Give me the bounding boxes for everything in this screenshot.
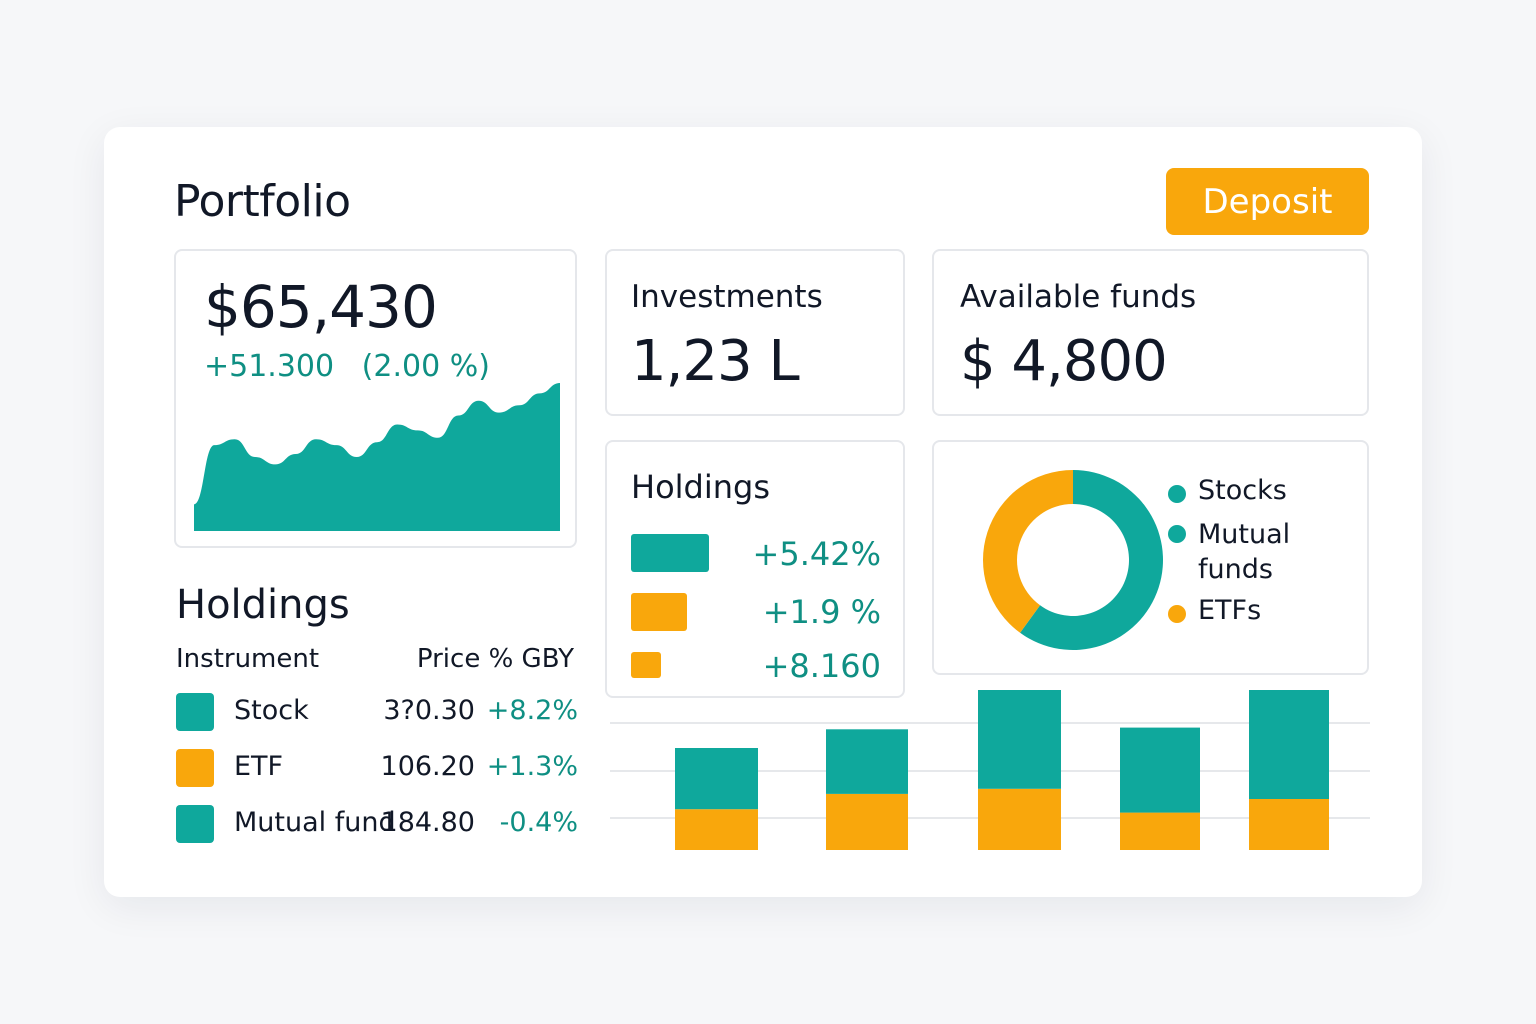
legend-item-mutual-funds: Mutual funds bbox=[1168, 517, 1308, 587]
instrument-name: ETF bbox=[234, 751, 284, 782]
bar-segment-orange bbox=[826, 793, 908, 850]
instrument-color-swatch bbox=[176, 749, 214, 787]
allocation-card[interactable]: Stocks Mutual funds ETFs bbox=[932, 440, 1369, 675]
instrument-price: 3?0.30 bbox=[383, 695, 475, 726]
available-funds-value: $ 4,800 bbox=[960, 329, 1168, 394]
legend-label: ETFs bbox=[1198, 595, 1262, 626]
value-area bbox=[194, 383, 560, 531]
instrument-change: +1.3% bbox=[486, 751, 578, 782]
holdings-mini-title: Holdings bbox=[631, 468, 770, 506]
column-header-price: Price % GBY bbox=[416, 644, 574, 674]
value-area-chart bbox=[194, 383, 560, 531]
column-header-instrument: Instrument bbox=[176, 644, 320, 674]
holdings-title: Holdings bbox=[176, 582, 350, 628]
bar-segment-orange bbox=[675, 809, 758, 850]
page-title: Portfolio bbox=[174, 176, 351, 227]
total-value-card[interactable]: $65,430 +51.300 (2.00 %) bbox=[174, 249, 577, 548]
legend-item-etfs: ETFs bbox=[1168, 595, 1262, 626]
bar-segment-teal bbox=[675, 748, 758, 810]
instrument-color-swatch bbox=[176, 805, 214, 843]
bar-segment-orange bbox=[978, 788, 1061, 850]
stacked-bar-chart bbox=[610, 690, 1370, 850]
table-row[interactable]: Stock 3?0.30 +8.2% bbox=[176, 693, 586, 733]
table-row[interactable]: Mutual fund 184.80 -0.4% bbox=[176, 805, 586, 845]
total-value: $65,430 bbox=[204, 273, 438, 341]
bar-segment-orange bbox=[1249, 799, 1329, 850]
holdings-mini-row[interactable]: +5.42% bbox=[631, 534, 881, 574]
bar-segment-teal bbox=[1249, 690, 1329, 799]
investments-label: Investments bbox=[631, 279, 823, 315]
holdings-mini-bar bbox=[631, 652, 661, 678]
allocation-donut-chart bbox=[983, 470, 1163, 650]
legend-item-stocks: Stocks bbox=[1168, 475, 1287, 506]
holdings-mini-row[interactable]: +1.9 % bbox=[631, 593, 881, 633]
holdings-mini-value: +8.160 bbox=[762, 647, 881, 685]
holdings-mini-row[interactable]: +8.160 bbox=[631, 647, 881, 688]
instrument-change: -0.4% bbox=[499, 807, 578, 838]
total-change-amount: +51.300 bbox=[204, 349, 335, 384]
bar-segment-teal bbox=[978, 690, 1061, 789]
total-change: +51.300 (2.00 %) bbox=[204, 349, 490, 384]
legend-dot bbox=[1168, 605, 1186, 623]
holdings-mini-bar bbox=[631, 534, 709, 572]
holdings-mini-value: +5.42% bbox=[752, 535, 881, 573]
available-funds-label: Available funds bbox=[960, 279, 1197, 315]
investments-card[interactable]: Investments 1,23 L bbox=[605, 249, 905, 416]
table-row[interactable]: ETF 106.20 +1.3% bbox=[176, 749, 586, 789]
legend-label: Stocks bbox=[1198, 475, 1287, 506]
investments-value: 1,23 L bbox=[631, 329, 800, 394]
instrument-color-swatch bbox=[176, 693, 214, 731]
instrument-name: Stock bbox=[234, 695, 309, 726]
total-change-percent: (2.00 %) bbox=[361, 349, 490, 384]
available-funds-card[interactable]: Available funds $ 4,800 bbox=[932, 249, 1369, 416]
deposit-button[interactable]: Deposit bbox=[1166, 168, 1369, 235]
instrument-price: 106.20 bbox=[380, 751, 475, 782]
donut-slice-orange bbox=[983, 470, 1073, 633]
holdings-mini-bar bbox=[631, 593, 687, 631]
legend-dot bbox=[1168, 525, 1186, 543]
bar-segment-orange bbox=[1120, 812, 1200, 850]
legend-dot bbox=[1168, 485, 1186, 503]
instrument-change: +8.2% bbox=[486, 695, 578, 726]
holdings-mini-card[interactable]: Holdings +5.42% +1.9 % +8.160 bbox=[605, 440, 905, 698]
holdings-mini-value: +1.9 % bbox=[762, 593, 881, 631]
bar-segment-teal bbox=[826, 729, 908, 794]
instrument-price: 184.80 bbox=[380, 807, 475, 838]
instrument-name: Mutual fund bbox=[234, 807, 396, 838]
legend-label: Mutual funds bbox=[1198, 519, 1291, 585]
bar-segment-teal bbox=[1120, 727, 1200, 813]
